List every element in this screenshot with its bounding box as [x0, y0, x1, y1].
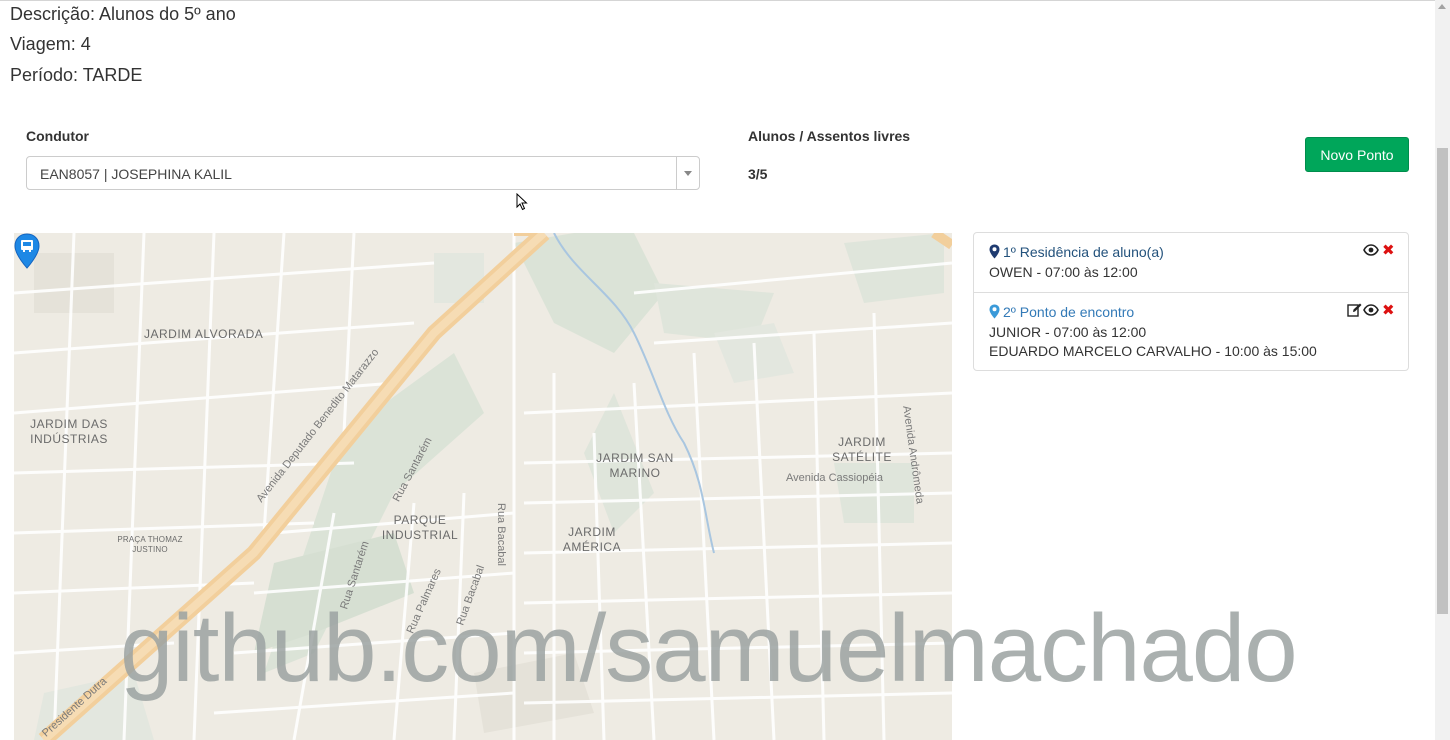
map-label-satelite: JARDIM SATÉLITE: [832, 435, 892, 464]
scroll-up-arrow-icon[interactable]: [1438, 4, 1446, 9]
edit-icon[interactable]: [1347, 303, 1362, 317]
alunos-assentos-value: 3/5: [748, 166, 768, 182]
alunos-assentos-label: Alunos / Assentos livres: [748, 128, 911, 144]
chevron-down-icon[interactable]: [684, 171, 692, 176]
trip-description: Descrição: Alunos do 5º ano: [10, 4, 236, 24]
point-student-line: EDUARDO MARCELO CARVALHO - 10:00 às 15:0…: [989, 343, 1317, 359]
select-separator: [676, 157, 677, 189]
eye-icon[interactable]: [1363, 244, 1379, 256]
page-scrollbar[interactable]: [1435, 0, 1450, 740]
map-label-sanmarino: JARDIM SAN MARINO: [596, 451, 674, 480]
point-student-line: OWEN - 07:00 às 12:00: [989, 264, 1138, 280]
eye-icon[interactable]: [1363, 304, 1379, 316]
map-label-alvorada: JARDIM ALVORADA: [144, 327, 264, 341]
condutor-select[interactable]: EAN8057 | JOSEPHINA KALIL: [26, 156, 700, 190]
map-pin-icon: [989, 304, 1000, 319]
point-title-link[interactable]: 1º Residência de aluno(a): [989, 244, 1164, 260]
close-icon[interactable]: ✖: [1382, 241, 1395, 259]
point-title-link[interactable]: 2º Ponto de encontro: [989, 304, 1134, 320]
list-item[interactable]: 1º Residência de aluno(a) OWEN - 07:00 à…: [974, 233, 1408, 293]
condutor-label: Condutor: [26, 128, 89, 144]
map-pin-icon: [989, 244, 1000, 259]
watermark-text: github.com/samuelmachado: [120, 595, 1298, 702]
trip-period: Período: TARDE: [10, 65, 143, 85]
street-label: Rua Bacabal: [495, 503, 507, 566]
list-item[interactable]: 2º Ponto de encontro JUNIOR - 07:00 às 1…: [974, 293, 1408, 370]
map-label-industrias: JARDIM DAS INDÚSTRIAS: [30, 417, 108, 446]
top-border: [0, 0, 1450, 1]
novo-ponto-button[interactable]: Novo Ponto: [1305, 137, 1409, 172]
map-label-parque: PARQUE INDUSTRIAL: [381, 513, 459, 542]
route-points-list: 1º Residência de aluno(a) OWEN - 07:00 à…: [973, 232, 1409, 371]
close-icon[interactable]: ✖: [1382, 301, 1395, 319]
mouse-cursor-icon: [516, 193, 528, 211]
map-label-america: JARDIM AMÉRICA: [562, 525, 622, 554]
condutor-selected-value: EAN8057 | JOSEPHINA KALIL: [40, 166, 232, 182]
point-title: 2º Ponto de encontro: [1003, 304, 1135, 320]
map-pin-icon[interactable]: [14, 233, 40, 269]
scrollbar-thumb[interactable]: [1437, 148, 1448, 614]
map-label-praca: PRAÇA THOMAZ JUSTINO: [117, 535, 183, 554]
street-label: Avenida Cassiopéia: [786, 472, 884, 484]
point-student-line: JUNIOR - 07:00 às 12:00: [989, 324, 1147, 340]
trip-number: Viagem: 4: [10, 34, 91, 54]
point-title: 1º Residência de aluno(a): [1003, 244, 1164, 260]
